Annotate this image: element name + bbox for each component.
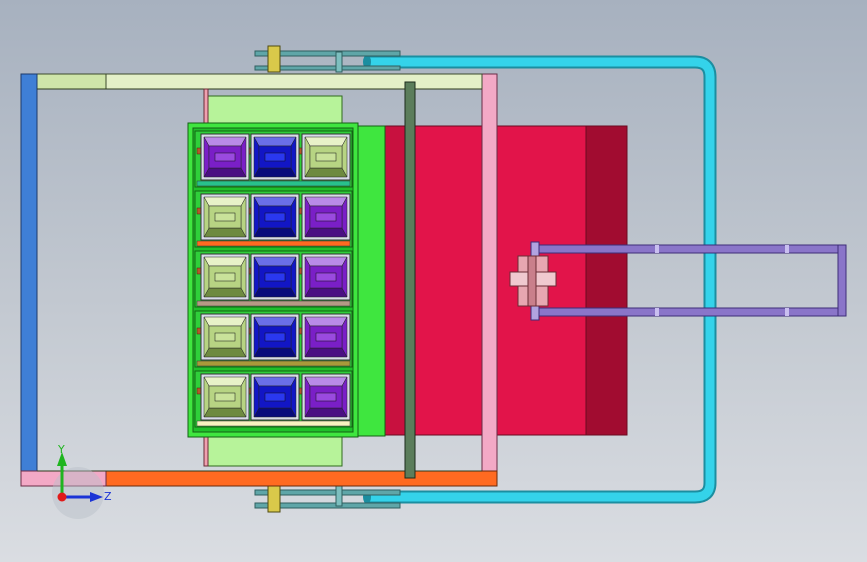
mold-grid: [194, 130, 353, 428]
frame-right-bar: [481, 73, 498, 487]
row-stripe: [196, 240, 351, 247]
row-stripe: [196, 300, 351, 307]
x-axis-dot: [57, 492, 67, 502]
frame-left-bar: [20, 73, 38, 487]
assembly-drawing: Y Z: [20, 45, 847, 519]
row-stripe: [196, 180, 351, 187]
row-stripe: [196, 420, 351, 427]
triad-shadow: [52, 467, 104, 519]
z-axis-label: Z: [104, 490, 112, 503]
y-axis-label: Y: [57, 443, 65, 456]
divider-rod: [404, 81, 416, 479]
cad-viewport[interactable]: Y Z: [0, 0, 867, 562]
row-stripe: [196, 360, 351, 367]
red-body: [384, 125, 628, 436]
